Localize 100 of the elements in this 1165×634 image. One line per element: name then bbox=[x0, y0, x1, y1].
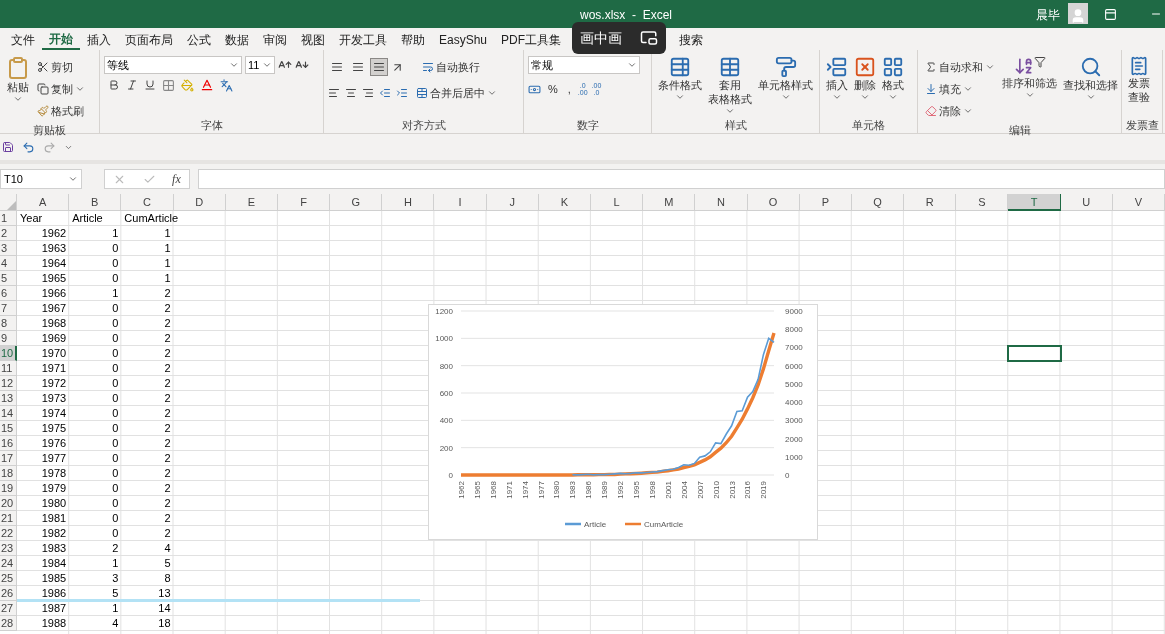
row-header[interactable]: 25 bbox=[0, 571, 17, 586]
row-header[interactable]: 20 bbox=[0, 496, 17, 511]
column-header[interactable]: H bbox=[382, 194, 435, 211]
row-header[interactable]: 24 bbox=[0, 556, 17, 571]
font-size-field[interactable]: 11 bbox=[245, 56, 275, 74]
row-header[interactable]: 3 bbox=[0, 241, 17, 256]
phonetic-icon[interactable] bbox=[220, 78, 233, 92]
vertical-align-button[interactable] bbox=[370, 58, 388, 76]
ribbon-tab[interactable]: 视图 bbox=[294, 30, 332, 50]
ribbon-tab[interactable]: 搜索 bbox=[672, 30, 711, 50]
row-header[interactable]: 6 bbox=[0, 286, 17, 301]
paste-button[interactable]: 粘贴 bbox=[4, 56, 32, 104]
column-header[interactable]: U bbox=[1060, 194, 1113, 211]
column-header[interactable]: G bbox=[330, 194, 383, 211]
active-cell[interactable] bbox=[1007, 345, 1062, 362]
wrap-text-button[interactable]: 自动换行 bbox=[419, 56, 483, 78]
border-icon[interactable] bbox=[162, 78, 175, 92]
merge-center-button[interactable]: 合并后居中 bbox=[413, 82, 500, 104]
underline-icon[interactable] bbox=[144, 79, 156, 91]
formula-field[interactable] bbox=[198, 169, 1165, 189]
invoice-check-button[interactable]: 发票 查验 bbox=[1126, 56, 1152, 104]
save-icon[interactable] bbox=[2, 141, 14, 153]
row-header[interactable]: 7 bbox=[0, 301, 17, 316]
row-header[interactable]: 11 bbox=[0, 361, 17, 376]
font-color-icon[interactable] bbox=[200, 78, 214, 92]
ribbon-tab[interactable]: 公式 bbox=[180, 30, 218, 50]
column-header[interactable]: T bbox=[1008, 194, 1061, 211]
clear-button[interactable]: 清除 bbox=[922, 100, 998, 122]
undo-icon[interactable] bbox=[22, 140, 35, 154]
style-button[interactable]: 条件格式 bbox=[656, 56, 704, 102]
column-header[interactable]: Q bbox=[851, 194, 905, 211]
column-header[interactable]: K bbox=[538, 194, 591, 211]
row-header[interactable]: 10 bbox=[0, 346, 17, 361]
number-format-field[interactable]: 常规 bbox=[528, 56, 640, 74]
style-button[interactable]: 单元格样式 bbox=[756, 56, 815, 102]
row-header[interactable]: 19 bbox=[0, 481, 17, 496]
row-header[interactable]: 28 bbox=[0, 616, 17, 631]
ribbon-tab[interactable]: 页面布局 bbox=[118, 30, 180, 50]
ribbon-tab[interactable]: 帮助 bbox=[394, 30, 432, 50]
row-header[interactable]: 22 bbox=[0, 526, 17, 541]
ribbon-tab[interactable]: PDF工具集 bbox=[494, 30, 569, 50]
column-header[interactable]: I bbox=[434, 194, 487, 211]
column-header[interactable]: D bbox=[173, 194, 226, 211]
column-header[interactable]: E bbox=[225, 194, 278, 211]
column-header[interactable]: L bbox=[591, 194, 644, 211]
column-header[interactable]: R bbox=[904, 194, 957, 211]
ribbon-tab[interactable]: EasyShu bbox=[432, 30, 495, 50]
row-header[interactable]: 21 bbox=[0, 511, 17, 526]
row-header[interactable]: 17 bbox=[0, 451, 17, 466]
cut-button[interactable]: 剪切 bbox=[34, 56, 88, 78]
cells-button[interactable]: 删除 bbox=[852, 56, 878, 102]
column-header[interactable]: B bbox=[69, 194, 122, 211]
find-select-button[interactable]: 查找和选择 bbox=[1061, 56, 1120, 102]
column-header[interactable]: P bbox=[799, 194, 852, 211]
align-center-icon[interactable] bbox=[345, 87, 357, 99]
row-header[interactable]: 1 bbox=[0, 211, 17, 226]
ribbon-tab[interactable]: 插入 bbox=[80, 30, 118, 50]
ribbon-tab[interactable]: 文件 bbox=[4, 30, 42, 50]
ribbon-tab[interactable]: 开发工具 bbox=[332, 30, 394, 50]
row-header[interactable]: 12 bbox=[0, 376, 17, 391]
format-painter-button[interactable]: 格式刷 bbox=[34, 100, 88, 122]
autosum-button[interactable]: 自动求和 bbox=[922, 56, 998, 78]
insert-function-button[interactable]: fx bbox=[172, 170, 181, 188]
bold-icon[interactable] bbox=[108, 79, 120, 91]
column-header[interactable]: C bbox=[121, 194, 174, 211]
column-header[interactable]: A bbox=[17, 194, 70, 211]
fill-color-icon[interactable] bbox=[181, 78, 194, 92]
font-name-field[interactable]: 等线 bbox=[104, 56, 242, 74]
align-left-icon[interactable] bbox=[328, 87, 340, 99]
cells-button[interactable]: 格式 bbox=[880, 56, 906, 102]
ribbon-tab[interactable]: 审阅 bbox=[256, 30, 294, 50]
row-header[interactable]: 8 bbox=[0, 316, 17, 331]
name-box[interactable]: T10 bbox=[0, 169, 82, 189]
column-header[interactable]: S bbox=[956, 194, 1009, 211]
copy-button[interactable]: 复制 bbox=[34, 78, 88, 100]
ribbon-display-icon[interactable] bbox=[1104, 8, 1117, 21]
italic-icon[interactable] bbox=[126, 79, 138, 91]
row-header[interactable]: 13 bbox=[0, 391, 17, 406]
decrease-indent-icon[interactable] bbox=[379, 87, 391, 99]
column-header[interactable]: J bbox=[486, 194, 539, 211]
cells-button[interactable]: 插入 bbox=[824, 56, 850, 102]
row-header[interactable]: 15 bbox=[0, 421, 17, 436]
column-header[interactable]: M bbox=[643, 194, 696, 211]
ribbon-tab[interactable]: 数据 bbox=[218, 30, 256, 50]
column-header[interactable]: F bbox=[277, 194, 331, 211]
row-header[interactable]: 4 bbox=[0, 256, 17, 271]
row-header[interactable]: 14 bbox=[0, 406, 17, 421]
row-header[interactable]: 23 bbox=[0, 541, 17, 556]
column-header[interactable]: O bbox=[747, 194, 800, 211]
fill-button[interactable]: 填充 bbox=[922, 78, 998, 100]
row-header[interactable]: 18 bbox=[0, 466, 17, 481]
row-header[interactable]: 26 bbox=[0, 586, 17, 601]
sort-filter-button[interactable]: 排序和筛选 bbox=[1000, 56, 1059, 100]
picture-in-picture-button[interactable]: 画中画 bbox=[572, 22, 666, 54]
column-header[interactable]: N bbox=[695, 194, 748, 211]
comma-button[interactable]: , bbox=[564, 78, 574, 100]
column-header[interactable]: V bbox=[1112, 194, 1165, 211]
row-header[interactable]: 27 bbox=[0, 601, 17, 616]
style-button[interactable]: 套用 表格格式 bbox=[706, 56, 754, 116]
row-header[interactable]: 5 bbox=[0, 271, 17, 286]
